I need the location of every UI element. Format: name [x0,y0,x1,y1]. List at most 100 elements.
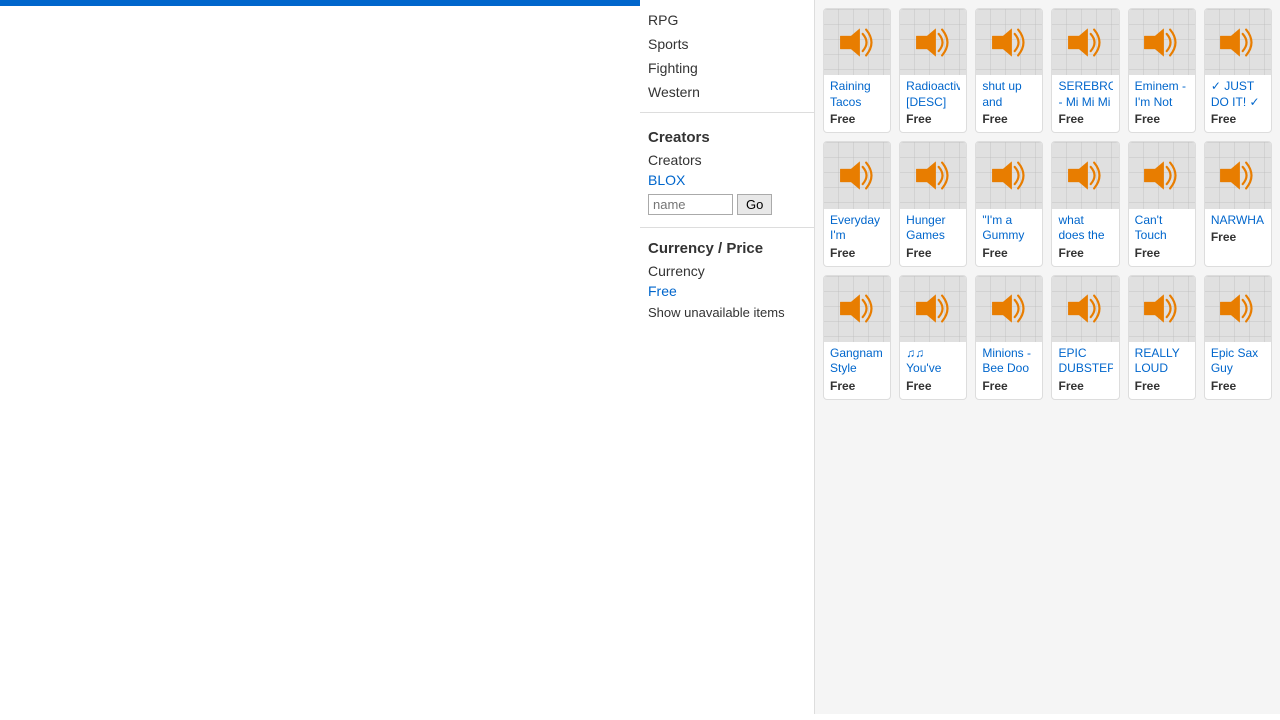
item-card[interactable]: Hunger Games song BajanCanadian Free [899,141,967,266]
item-price: Free [1211,230,1265,244]
item-price: Free [1058,112,1112,126]
item-price: Free [830,379,884,393]
item-card[interactable]: Epic Sax Guy Free [1204,275,1272,400]
item-card[interactable]: Radioactive [DESC] Free [899,8,967,133]
item-card[interactable]: REALLY LOUD BEEPING SOUND Free [1128,275,1196,400]
item-title[interactable]: Everyday I'm Shuffling! *Read Des* [830,213,884,244]
creators-label: Creators [640,150,814,170]
item-price: Free [906,379,960,393]
item-price: Free [1211,112,1265,126]
item-card[interactable]: Everyday I'm Shuffling! *Read Des* Free [823,141,891,266]
creator-link-blox[interactable]: BLOX [640,170,814,190]
item-title[interactable]: what does the fox say? [1058,213,1112,244]
item-price: Free [1135,246,1189,260]
item-thumbnail [900,276,966,342]
item-card[interactable]: Eminem - I'm Not Afraid Free [1128,8,1196,133]
item-title[interactable]: REALLY LOUD BEEPING SOUND [1135,346,1189,377]
item-info: Raining Tacos (Real) Free [824,75,890,132]
item-price: Free [830,112,884,126]
item-title[interactable]: Raining Tacos (Real) [830,79,884,110]
creator-name-input[interactable] [648,194,733,215]
item-title[interactable]: ♫♫ You've Been TRO_3D♫♫ [906,346,960,377]
creator-go-button[interactable]: Go [737,194,772,215]
currency-free-link[interactable]: Free [640,281,814,301]
item-title[interactable]: shut up and dance - walk the moon [982,79,1036,110]
item-card[interactable]: ✓ JUST DO IT! ✓ Auto-Tuned Shia Free [1204,8,1272,133]
item-title[interactable]: ✓ JUST DO IT! ✓ Auto-Tuned Shia [1211,79,1265,110]
sidebar-divider-1 [640,112,814,113]
item-title[interactable]: Radioactive [DESC] [906,79,960,110]
item-info: what does the fox say?Free [1052,209,1118,266]
item-card[interactable]: Raining Tacos (Real) Free [823,8,891,133]
item-title[interactable]: Eminem - I'm Not Afraid [1135,79,1189,110]
item-price: Free [830,246,884,260]
item-card[interactable]: shut up and dance - walk the moonFree [975,8,1043,133]
item-info: Gangnam Style Free [824,342,890,399]
item-price: Free [906,112,960,126]
item-price: Free [1058,379,1112,393]
item-info: EPIC DUBSTEP (AMAZING) Free [1052,342,1118,399]
creator-name-row: Go [640,190,814,219]
item-thumbnail [824,276,890,342]
item-card[interactable]: SEREBRO - Mi Mi Mi (Official) 120 sec Fre… [1051,8,1119,133]
item-thumbnail [1052,142,1118,208]
item-info: shut up and dance - walk the moonFree [976,75,1042,132]
item-price: Free [982,379,1036,393]
item-title[interactable]: NARWHALS [1211,213,1265,229]
item-price: Free [1135,112,1189,126]
sidebar-item-sports[interactable]: Sports [640,32,814,56]
item-info: Radioactive [DESC] Free [900,75,966,132]
item-card[interactable]: what does the fox say?Free [1051,141,1119,266]
creators-section-title: Creators [640,121,814,150]
item-info: Can't Touch This [31.3k+!] MOST Free [1129,209,1195,266]
item-thumbnail [1129,142,1195,208]
item-info: REALLY LOUD BEEPING SOUND Free [1129,342,1195,399]
item-price: Free [982,246,1036,260]
item-info: Hunger Games song BajanCanadian Free [900,209,966,266]
item-thumbnail [1205,142,1271,208]
item-card[interactable]: ♫♫ You've Been TRO_3D♫♫ Free [899,275,967,400]
main-content: Raining Tacos (Real) Free Radioactive [DE… [815,0,1280,714]
item-card[interactable]: Minions - Bee Doo Bee Doo Bee Doo Free [975,275,1043,400]
item-title[interactable]: SEREBRO - Mi Mi Mi (Official) 120 sec [1058,79,1112,110]
item-info: Epic Sax Guy Free [1205,342,1271,399]
item-info: ♫♫ You've Been TRO_3D♫♫ Free [900,342,966,399]
item-title[interactable]: Hunger Games song BajanCanadian [906,213,960,244]
sidebar-item-western[interactable]: Western [640,80,814,104]
item-thumbnail [1205,276,1271,342]
item-info: Everyday I'm Shuffling! *Read Des* Free [824,209,890,266]
sidebar: RPG Sports Fighting Western Creators Cre… [640,0,815,714]
top-bar [0,0,640,6]
item-thumbnail [976,276,1042,342]
currency-section-title: Currency / Price [640,236,814,261]
item-thumbnail [1205,9,1271,75]
item-title[interactable]: EPIC DUBSTEP (AMAZING) [1058,346,1112,377]
item-thumbnail [976,9,1042,75]
item-card[interactable]: Can't Touch This [31.3k+!] MOST Free [1128,141,1196,266]
item-price: Free [1211,379,1265,393]
item-info: "I'm a Gummy Bear" Song Free [976,209,1042,266]
item-thumbnail [1052,276,1118,342]
item-card[interactable]: NARWHALSFree [1204,141,1272,266]
item-card[interactable]: EPIC DUBSTEP (AMAZING) Free [1051,275,1119,400]
item-title[interactable]: Minions - Bee Doo Bee Doo Bee Doo [982,346,1036,377]
item-info: Eminem - I'm Not Afraid Free [1129,75,1195,132]
item-title[interactable]: "I'm a Gummy Bear" Song [982,213,1036,244]
sidebar-item-fighting[interactable]: Fighting [640,56,814,80]
item-title[interactable]: Can't Touch This [31.3k+!] MOST [1135,213,1189,244]
item-thumbnail [824,9,890,75]
item-info: NARWHALSFree [1205,209,1271,251]
item-info: SEREBRO - Mi Mi Mi (Official) 120 sec Fre… [1052,75,1118,132]
item-thumbnail [1129,9,1195,75]
item-thumbnail [900,142,966,208]
sidebar-item-rpg[interactable]: RPG [640,8,814,32]
show-unavailable-label[interactable]: Show unavailable items [640,301,814,324]
item-thumbnail [1052,9,1118,75]
item-card[interactable]: Gangnam Style Free [823,275,891,400]
item-title[interactable]: Epic Sax Guy [1211,346,1265,377]
sidebar-divider-2 [640,227,814,228]
item-price: Free [1135,379,1189,393]
item-price: Free [906,246,960,260]
item-card[interactable]: "I'm a Gummy Bear" Song Free [975,141,1043,266]
item-title[interactable]: Gangnam Style [830,346,884,377]
